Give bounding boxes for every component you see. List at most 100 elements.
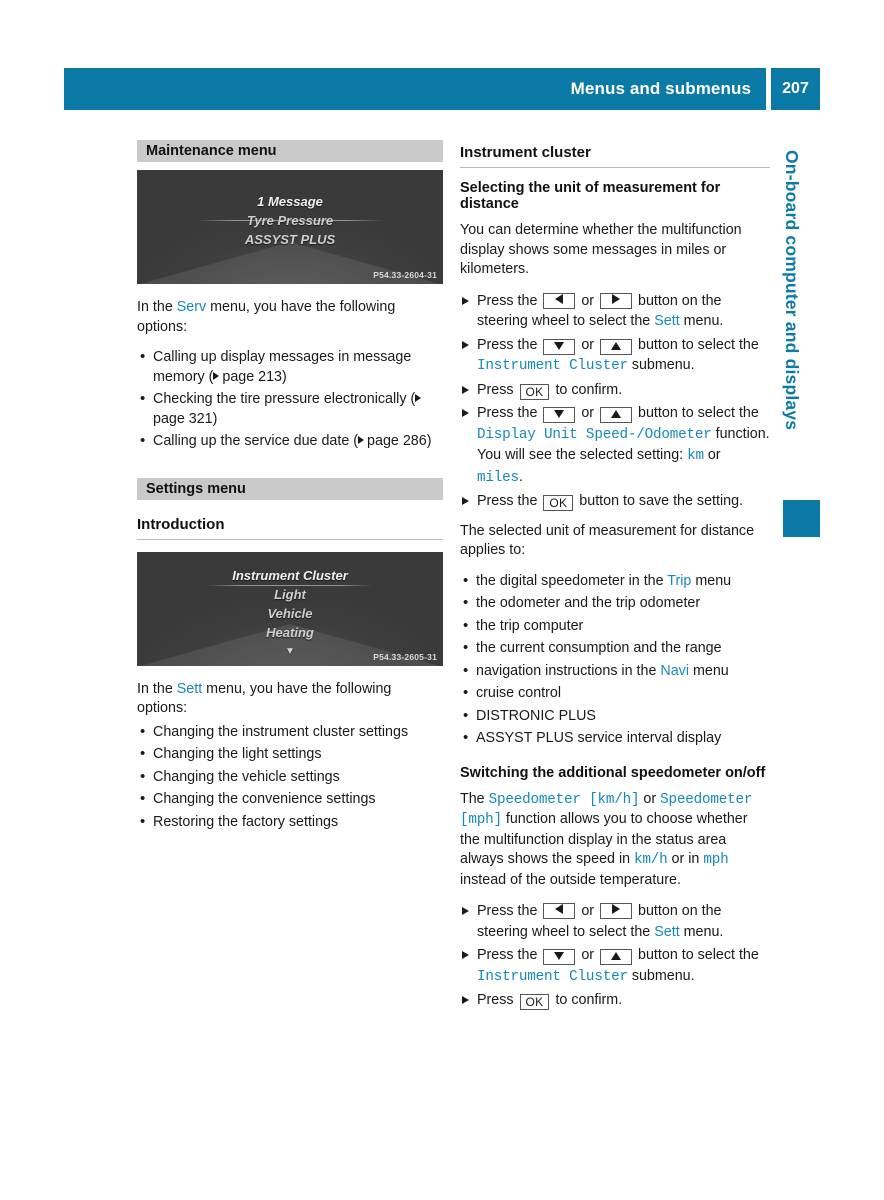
unit-of-measurement-subheading: Selecting the unit of measurement for di… [460,180,721,212]
up-arrow-key-icon[interactable] [600,949,633,965]
step-item: Press OK to confirm. [460,380,770,401]
step-note-text: . [518,468,523,485]
intro-text: or [639,790,661,807]
up-arrow-key-icon[interactable] [600,338,633,355]
additional-speedometer-steps: Press the or button on the steering whee… [460,901,770,1011]
page-ref-label: page 213 [222,368,283,385]
left-arrow-key-icon[interactable] [543,903,576,919]
ok-key-icon[interactable]: OK [519,994,550,1010]
page-ref-label: page 321 [153,410,213,427]
page-ref-icon [415,394,422,402]
settings-intro-pre: In the [137,680,177,697]
step-term: Instrument Cluster [477,358,628,374]
page-ref-icon [213,371,220,380]
down-arrow-key-icon[interactable] [543,407,576,423]
figure-code: P54.33-2604-31 [373,270,437,280]
page-title: Menus and submenus [570,79,751,98]
step-text: submenu. [627,357,695,373]
right-arrow-key-icon[interactable] [600,903,633,919]
list-item: the odometer and the trip odometer [460,593,770,614]
step-text: Press the [477,493,542,509]
settings-options-list: Changing the instrument cluster settings… [137,722,443,833]
list-item-text: the trip computer [476,617,584,634]
additional-speedometer-intro: The Speedometer [km/h] or Speedometer [m… [460,790,770,891]
list-item: cruise control [460,683,770,704]
step-text: menu. [679,923,724,940]
maintenance-options-list: Calling up display messages in message m… [137,347,443,452]
list-item-text: DISTRONIC PLUS [476,707,596,724]
step-item: Press the or button on the steering whee… [460,901,770,942]
ok-key-icon[interactable]: OK [519,383,550,400]
section-bar-label: Settings menu [146,480,246,497]
settings-heading-rule [137,538,443,540]
page-number-block: 207 [771,68,820,110]
page-ref-icon [358,436,365,444]
intro-text: The [460,790,489,807]
figure-menu-item-0: Instrument Cluster [232,567,348,583]
section-bar-maintenance-menu: Maintenance menu [137,140,443,162]
figure-menu-item-3: Heating [266,624,314,640]
step-note-term: miles [477,469,519,486]
list-item: the trip computer [460,616,770,637]
list-item-tail: ) [282,368,287,385]
intro-text: or in [667,851,704,867]
step-item: Press OK to confirm. [460,990,770,1011]
list-item: Changing the convenience settings [137,789,443,810]
step-item: Press the or button to select the Instru… [460,335,770,377]
settings-introduction-heading: Introduction [137,515,225,533]
left-arrow-key-icon[interactable] [543,292,576,309]
figure-menu-item-2: Vehicle [267,605,313,621]
list-item: Changing the vehicle settings [137,767,443,788]
step-text: button to select the [634,336,759,353]
maintenance-intro-paragraph: In the Serv menu, you have the following… [137,298,443,337]
figure-menu-list: 1 Message Tyre Pressure ASSYST PLUS [137,192,443,249]
list-item-tail: menu [691,572,732,589]
list-item-tail: menu [689,662,729,679]
list-item: DISTRONIC PLUS [460,706,770,727]
step-text: or [577,405,599,421]
up-arrow-key-icon[interactable] [600,407,633,423]
maintenance-intro-pre: In the [137,299,177,315]
step-text: Press the [477,292,542,309]
step-text: submenu. [627,967,695,984]
step-item: Press the OK button to save the setting. [460,491,770,512]
step-text: Press the [477,947,542,963]
figure-menu-item-1: Light [274,586,306,602]
step-term: Sett [654,313,680,329]
list-item-text: Changing the instrument cluster settings [153,723,409,740]
down-arrow-key-icon[interactable] [543,949,576,965]
list-item: the digital speedometer in the Trip menu [460,571,770,592]
figure-menu-item-1: Tyre Pressure [246,213,334,228]
list-item-text: the current consumption and the range [476,640,722,656]
step-note-term: km [687,448,704,464]
step-text: Press the [477,336,542,353]
list-item: ASSYST PLUS service interval display [460,728,770,749]
figure-code: P54.33-2605-31 [373,651,437,662]
step-text: or [577,292,599,309]
settings-intro-paragraph: In the Sett menu, you have the following… [137,680,443,719]
step-text: button to save the setting. [575,493,744,509]
page-ref-label: page 286 [367,433,427,449]
ok-key-icon[interactable]: OK [543,495,574,511]
list-item: Calling up the service due date (page 28… [137,431,443,452]
list-item: Calling up display messages in message m… [137,347,443,387]
list-item-text: ASSYST PLUS service interval display [476,730,722,746]
list-item-text: Restoring the factory settings [153,813,339,830]
right-arrow-key-icon[interactable] [600,292,633,309]
additional-speedometer-subheading: Switching the additional speedometer on/… [460,764,766,781]
list-item-text: cruise control [476,685,562,701]
step-term: Instrument Cluster [477,968,628,985]
figure-menu-list: Instrument Cluster Light Vehicle Heating… [137,566,443,661]
list-item-text: Checking the tire pressure electronicall… [153,391,416,407]
list-item: navigation instructions in the Navi menu [460,661,770,682]
step-text: or [577,947,599,963]
step-text: or [577,336,599,353]
step-text: button to select the [634,947,759,963]
down-arrow-key-icon[interactable] [543,338,576,355]
step-text: Press the [477,405,542,421]
instrument-cluster-heading-rule [460,167,770,168]
list-item-term: Trip [667,572,692,589]
list-item-text: Changing the vehicle settings [153,768,340,785]
instrument-cluster-heading: Instrument cluster [460,144,591,161]
settings-intro-term: Sett [176,680,203,697]
